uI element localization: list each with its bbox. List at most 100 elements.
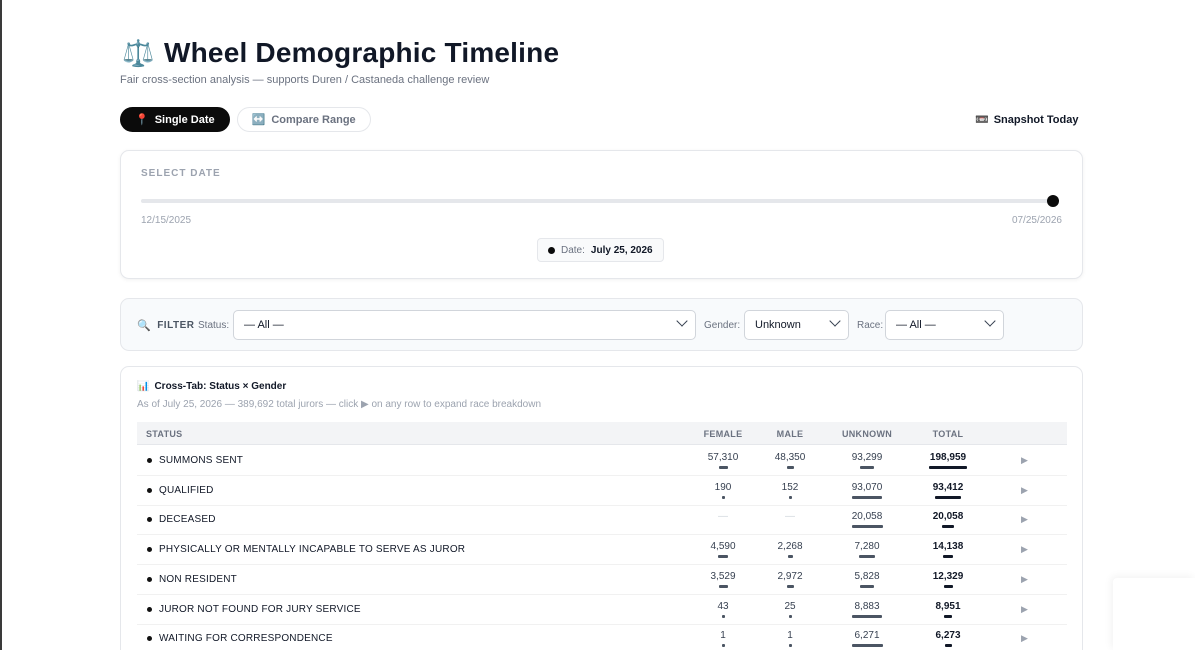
row-bullet	[147, 636, 152, 642]
unknown-cell: 93,070	[851, 481, 883, 493]
videocassette-icon: 📼	[975, 114, 989, 126]
status-cell: JUROR NOT FOUND FOR JURY SERVICE	[159, 603, 361, 615]
table-row[interactable]: WAITING FOR CORRESPONDENCE 1 1 6,271 6,273 ▶	[137, 624, 1067, 650]
scales-icon: ⚖️	[122, 38, 155, 68]
date-dot-icon	[548, 246, 555, 254]
date-picker-card: SELECT DATE 12/15/2025 07/25/2026 Date: …	[120, 150, 1083, 279]
male-cell: 1	[787, 630, 793, 642]
unknown-share-bar	[860, 466, 874, 469]
female-share-bar	[718, 466, 728, 469]
female-share-bar	[718, 555, 728, 559]
unknown-share-bar	[852, 495, 882, 499]
total-cell: 6,273	[935, 630, 961, 642]
unknown-share-bar	[859, 555, 875, 559]
filter-bar: 🔍 FILTER Status: — All — Gender: Unknown…	[120, 298, 1083, 351]
expand-row-icon[interactable]: ▶	[1021, 633, 1028, 644]
status-filter-label: Status:	[198, 320, 230, 331]
row-bullet	[147, 517, 152, 523]
single-date-label: Single Date	[154, 113, 215, 126]
compare-range-button[interactable]: ↔️ Compare Range	[236, 107, 371, 132]
total-share-bar	[943, 584, 953, 588]
selected-date-chip: Date: July 25, 2026	[537, 238, 664, 262]
unknown-cell: 93,299	[851, 452, 883, 463]
total-cell: 14,138	[932, 541, 964, 553]
female-cell: —	[718, 511, 728, 523]
single-date-button[interactable]: 📍 Single Date	[120, 107, 230, 132]
column-header-male: MALE	[776, 429, 804, 439]
male-share-bar	[786, 584, 794, 588]
unknown-cell: 6,271	[854, 630, 880, 642]
row-bullet	[147, 606, 152, 612]
status-select[interactable]: — All —	[233, 310, 696, 340]
page-title: Wheel Demographic Timeline	[164, 37, 560, 68]
female-cell: 57,310	[707, 452, 739, 463]
female-share-bar	[718, 584, 728, 588]
female-cell: 190	[714, 481, 732, 493]
expand-row-icon[interactable]: ▶	[1021, 544, 1028, 555]
crosstab-title: 📊 Cross-Tab: Status × Gender	[137, 381, 286, 392]
race-select-value: — All —	[896, 319, 936, 331]
male-share-bar	[787, 555, 793, 559]
unknown-cell: 8,883	[854, 600, 880, 612]
expand-row-icon[interactable]: ▶	[1021, 455, 1028, 466]
crosstab-subtitle: As of July 25, 2026 — 389,692 total juro…	[137, 399, 542, 410]
total-cell: 20,058	[932, 511, 964, 523]
unknown-share-bar	[851, 644, 883, 648]
male-share-bar	[788, 614, 792, 618]
expand-row-icon[interactable]: ▶	[1021, 485, 1028, 496]
expand-row-icon[interactable]: ▶	[1021, 514, 1028, 525]
column-header-female: FEMALE	[703, 429, 743, 439]
filter-label: FILTER	[157, 320, 195, 331]
snapshot-today-button[interactable]: 📼 Snapshot Today	[975, 113, 1079, 127]
female-share-bar	[721, 614, 725, 618]
table-row[interactable]: SUMMONS SENT 57,310 48,350 93,299 198,959 ▶	[137, 446, 1067, 476]
table-row[interactable]: JUROR NOT FOUND FOR JURY SERVICE 43 25 8,88…	[137, 595, 1067, 625]
table-row[interactable]: PHYSICALLY OR MENTALLY INCAPABLE TO SERV…	[137, 535, 1067, 566]
status-cell: PHYSICALLY OR MENTALLY INCAPABLE TO SERV…	[159, 544, 466, 556]
race-select[interactable]: — All —	[885, 310, 1004, 340]
status-select-value: — All —	[244, 319, 284, 331]
unknown-share-bar	[860, 584, 874, 588]
table-row[interactable]: NON RESIDENT 3,529 2,972 5,828 12,329 ▶	[137, 565, 1067, 595]
date-slider-thumb[interactable]	[1047, 195, 1059, 207]
page-subtitle: Fair cross-section analysis — supports D…	[120, 74, 490, 86]
expand-row-icon[interactable]: ▶	[1021, 604, 1028, 615]
filter-heading: 🔍 FILTER	[137, 319, 194, 332]
female-cell: 1	[720, 630, 726, 642]
column-header-total: TOTAL	[932, 429, 964, 439]
arrows-icon: ↔️	[251, 114, 266, 126]
expand-row-icon[interactable]: ▶	[1021, 574, 1028, 585]
snapshot-label: Snapshot Today	[993, 113, 1079, 126]
magnifier-icon: 🔍	[137, 320, 152, 332]
female-cell: 43	[717, 600, 729, 612]
mode-toggle: 📍 Single Date ↔️ Compare Range	[120, 107, 371, 132]
status-cell: WAITING FOR CORRESPONDENCE	[159, 633, 333, 645]
column-header-unknown: UNKNOWN	[841, 429, 893, 439]
total-share-bar	[935, 495, 961, 499]
crosstab-card: 📊 Cross-Tab: Status × Gender As of July …	[120, 366, 1083, 650]
bar-chart-icon: 📊	[137, 381, 150, 392]
table-row[interactable]: QUALIFIED 190 152 93,070 93,412 ▶	[137, 476, 1067, 506]
unknown-cell: 20,058	[851, 511, 883, 523]
status-cell: QUALIFIED	[159, 484, 214, 496]
female-share-bar	[721, 495, 725, 499]
chevron-down-icon	[829, 315, 841, 327]
date-slider-track[interactable]	[141, 199, 1053, 203]
unknown-share-bar	[851, 525, 883, 529]
gender-select[interactable]: Unknown	[744, 310, 849, 340]
male-cell: 152	[781, 481, 799, 493]
gender-select-value: Unknown	[755, 319, 801, 331]
total-cell: 12,329	[932, 570, 964, 582]
status-cell: NON RESIDENT	[159, 573, 237, 585]
crosstab-title-text: Cross-Tab: Status × Gender	[154, 381, 287, 392]
range-start-date: 12/15/2025	[141, 215, 192, 226]
select-date-label: SELECT DATE	[141, 168, 221, 179]
male-share-bar	[788, 644, 792, 648]
table-row[interactable]: DECEASED — — 20,058 20,058 ▶	[137, 505, 1067, 536]
unknown-cell: 5,828	[854, 570, 880, 582]
total-share-bar	[943, 555, 953, 559]
row-bullet	[147, 576, 152, 582]
row-bullet	[147, 547, 152, 553]
female-share-bar	[721, 644, 725, 648]
column-header-status: STATUS	[146, 429, 183, 439]
